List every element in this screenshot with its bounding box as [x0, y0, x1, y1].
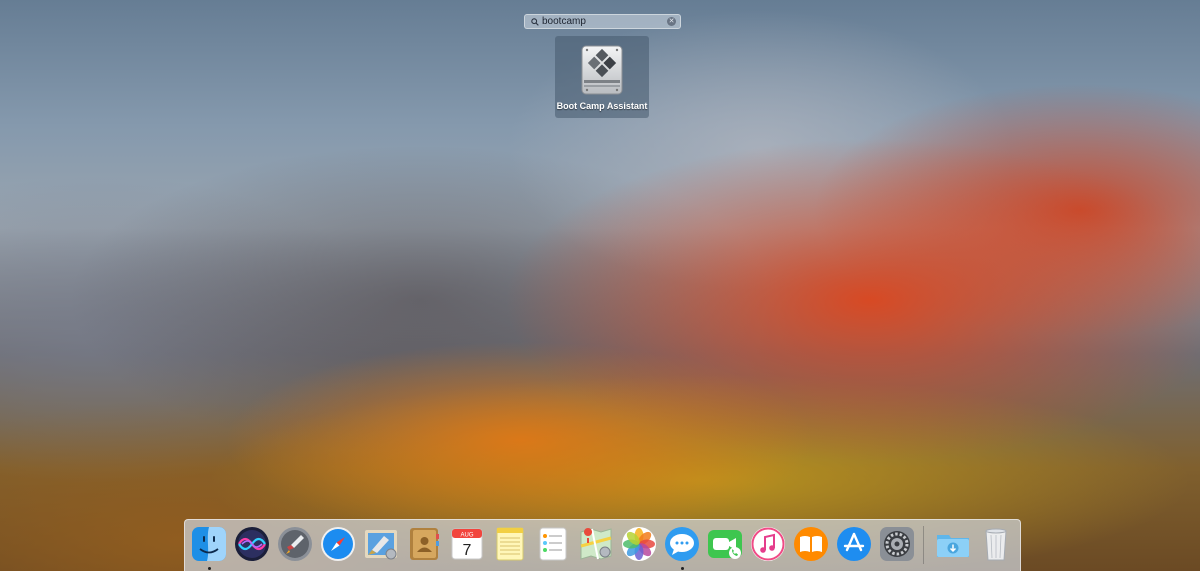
search-field[interactable]: bootcamp ✕ [524, 14, 681, 29]
dock: AUG 7 [184, 519, 1021, 571]
result-label: Boot Camp Assistant [556, 101, 648, 111]
dock-notes[interactable] [492, 526, 528, 562]
app-store-icon [837, 527, 871, 561]
clear-search-icon[interactable]: ✕ [667, 17, 676, 26]
dock-facetime[interactable] [707, 526, 743, 562]
ibooks-icon [794, 527, 828, 561]
dock-maps[interactable] [578, 526, 614, 562]
calendar-day: 7 [463, 542, 472, 559]
photos-icon [622, 527, 656, 561]
maps-icon [580, 528, 612, 560]
boot-camp-icon [581, 45, 623, 95]
dock-messages[interactable] [664, 526, 700, 570]
dock-itunes[interactable] [750, 526, 786, 562]
dock-mail[interactable] [363, 526, 399, 562]
safari-icon [321, 527, 355, 561]
mail-icon [365, 530, 397, 560]
dock-ibooks[interactable] [793, 526, 829, 562]
dock-system-preferences[interactable] [879, 526, 915, 562]
calendar-month: AUG [460, 533, 473, 539]
running-indicator [208, 567, 211, 570]
dock-safari[interactable] [320, 526, 356, 562]
calendar-icon: AUG 7 [451, 528, 483, 560]
dock-trash[interactable] [978, 526, 1014, 562]
dock-launchpad[interactable] [277, 526, 313, 562]
search-result-tile[interactable]: Boot Camp Assistant [555, 36, 649, 118]
search-input[interactable]: bootcamp [542, 15, 586, 28]
running-indicator [681, 567, 684, 570]
dock-contacts[interactable] [406, 526, 442, 562]
messages-icon [665, 527, 699, 561]
dock-app-store[interactable] [836, 526, 872, 562]
notes-icon [496, 527, 524, 561]
dock-photos[interactable] [621, 526, 657, 562]
dock-reminders[interactable] [535, 526, 571, 562]
downloads-folder-icon [937, 535, 969, 557]
dock-separator [923, 526, 924, 564]
reminders-icon [539, 527, 567, 561]
siri-icon [235, 527, 269, 561]
finder-icon [192, 527, 226, 561]
system-preferences-icon [880, 527, 914, 561]
magnifier-icon [531, 18, 539, 26]
trash-icon [985, 528, 1007, 561]
launchpad-icon [278, 527, 312, 561]
dock-finder[interactable] [191, 526, 227, 570]
dock-downloads[interactable] [935, 526, 971, 562]
contacts-icon [410, 528, 439, 560]
facetime-icon [708, 530, 742, 559]
dock-calendar[interactable]: AUG 7 [449, 526, 485, 562]
itunes-icon [751, 527, 785, 561]
dock-siri[interactable] [234, 526, 270, 562]
